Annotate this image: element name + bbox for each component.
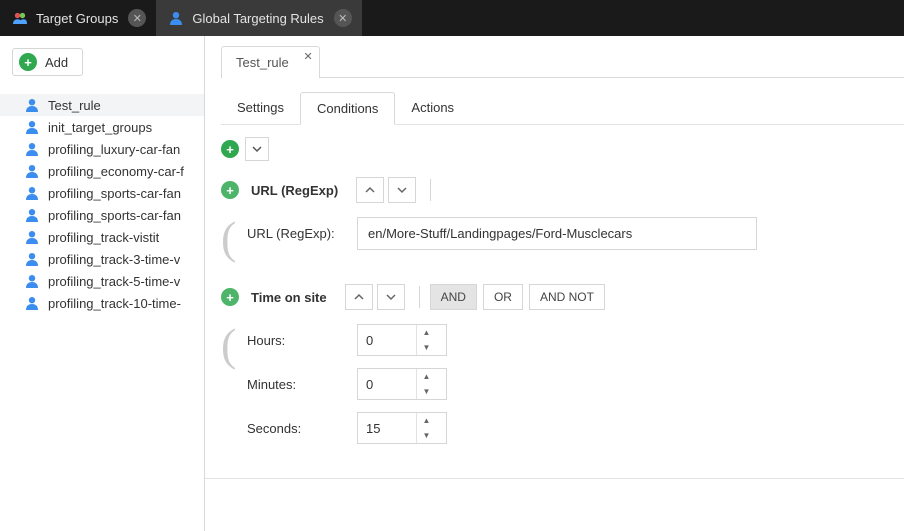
field-row: URL (RegExp): [247,217,904,250]
user-icon [168,10,184,26]
tab-target-groups[interactable]: Target Groups ✕ [0,0,156,36]
divider [419,286,420,308]
move-up-button[interactable] [356,177,384,203]
user-icon [24,295,40,311]
operator-and-button[interactable]: AND [430,284,477,310]
chevron-down-icon[interactable] [245,137,269,161]
sidebar-item-label: profiling_sports-car-fan [48,208,181,223]
add-condition-toolbar: + [221,137,904,161]
add-condition-button[interactable]: + [221,140,239,158]
close-icon[interactable]: ✕ [128,9,146,27]
field-label: Hours: [247,333,357,348]
sidebar-item[interactable]: profiling_track-vistit [0,226,204,248]
sidebar-item[interactable]: Test_rule [0,94,204,116]
sidebar-list: Test_rule init_target_groups profiling_l… [0,94,204,314]
sidebar-item-label: Test_rule [48,98,101,113]
doc-tab[interactable]: Test_rule ✕ [221,46,320,78]
sidebar-item[interactable]: profiling_sports-car-fan [0,204,204,226]
step-down-button[interactable]: ▼ [417,428,436,443]
sidebar-item[interactable]: init_target_groups [0,116,204,138]
condition-header: + Time on site AND OR AND NOT [221,284,904,310]
field-row: Hours: ▲▼ [247,324,904,356]
sidebar-item-label: profiling_track-vistit [48,230,159,245]
sidebar-item-label: profiling_track-3-time-v [48,252,180,267]
sidebar-item-label: profiling_track-10-time- [48,296,181,311]
sidebar-item-label: profiling_luxury-car-fan [48,142,180,157]
sidebar-item[interactable]: profiling_luxury-car-fan [0,138,204,160]
field-row: Seconds: ▲▼ [247,412,904,444]
sidebar-item[interactable]: profiling_sports-car-fan [0,182,204,204]
add-label: Add [45,55,68,70]
user-icon [24,251,40,267]
operator-or-button[interactable]: OR [483,284,523,310]
user-icon [24,207,40,223]
move-down-button[interactable] [388,177,416,203]
field-label: Minutes: [247,377,357,392]
plus-icon: + [19,53,37,71]
add-rule-button[interactable]: + [221,181,239,199]
tab-settings[interactable]: Settings [221,92,300,124]
close-icon[interactable]: ✕ [334,9,352,27]
seconds-input[interactable] [358,421,416,436]
step-up-button[interactable]: ▲ [417,325,436,340]
user-icon [24,141,40,157]
sidebar-item-label: init_target_groups [48,120,152,135]
move-up-button[interactable] [345,284,373,310]
operator-andnot-button[interactable]: AND NOT [529,284,605,310]
tab-label: Target Groups [36,11,118,26]
sidebar-item[interactable]: profiling_track-3-time-v [0,248,204,270]
step-up-button[interactable]: ▲ [417,369,436,384]
user-icon [24,273,40,289]
user-icon [24,97,40,113]
sidebar-item-label: profiling_economy-car-f [48,164,184,179]
group-icon [12,10,28,26]
app-tabbar: Target Groups ✕ Global Targeting Rules ✕ [0,0,904,36]
sidebar-item[interactable]: profiling_track-5-time-v [0,270,204,292]
field-row: Minutes: ▲▼ [247,368,904,400]
add-button[interactable]: + Add [12,48,83,76]
sidebar-item-label: profiling_sports-car-fan [48,186,181,201]
condition-block-time: + Time on site AND OR AND NOT ( Hours: [221,284,904,456]
content-pane: Test_rule ✕ Settings Conditions Actions … [205,36,904,531]
move-down-button[interactable] [377,284,405,310]
url-regexp-input[interactable] [357,217,757,250]
divider [430,179,431,201]
condition-title: URL (RegExp) [251,183,338,198]
tab-conditions[interactable]: Conditions [300,92,395,125]
condition-block-url: + URL (RegExp) ( URL (RegExp): [221,177,904,262]
tab-label: Global Targeting Rules [192,11,323,26]
hours-stepper[interactable]: ▲▼ [357,324,447,356]
sidebar-item[interactable]: profiling_economy-car-f [0,160,204,182]
close-icon[interactable]: ✕ [304,50,313,63]
user-icon [24,119,40,135]
minutes-input[interactable] [358,377,416,392]
hours-input[interactable] [358,333,416,348]
user-icon [24,163,40,179]
doc-tab-row: Test_rule ✕ [221,46,904,78]
sidebar: + Add Test_rule init_target_groups profi… [0,36,205,531]
step-up-button[interactable]: ▲ [417,413,436,428]
minutes-stepper[interactable]: ▲▼ [357,368,447,400]
condition-title: Time on site [251,290,327,305]
step-down-button[interactable]: ▼ [417,384,436,399]
paren-icon: ( [221,324,243,456]
sidebar-item[interactable]: profiling_track-10-time- [0,292,204,314]
step-down-button[interactable]: ▼ [417,340,436,355]
footer-divider [205,478,904,479]
sidebar-item-label: profiling_track-5-time-v [48,274,180,289]
field-label: URL (RegExp): [247,226,357,241]
doc-tab-label: Test_rule [236,55,289,70]
user-icon [24,185,40,201]
user-icon [24,229,40,245]
tab-global-targeting-rules[interactable]: Global Targeting Rules ✕ [156,0,361,36]
condition-header: + URL (RegExp) [221,177,904,203]
sub-tabs: Settings Conditions Actions [221,92,904,125]
field-label: Seconds: [247,421,357,436]
paren-icon: ( [221,217,243,262]
tab-actions[interactable]: Actions [395,92,470,124]
add-rule-button[interactable]: + [221,288,239,306]
seconds-stepper[interactable]: ▲▼ [357,412,447,444]
